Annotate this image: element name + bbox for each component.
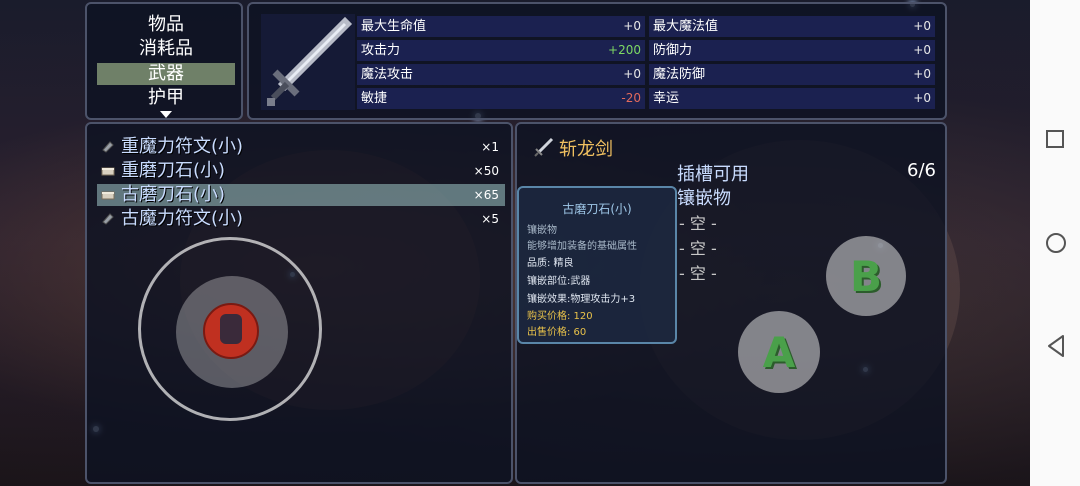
item-count: ×1 <box>481 140 499 154</box>
item-name: 重魔力符文(小) <box>121 136 244 157</box>
stat-row: 敏捷 -20 <box>357 88 645 109</box>
item-tooltip: 古磨刀石(小) 镶嵌物 能够增加装备的基础属性 品质: 精良 镶嵌部位:武器 镶… <box>517 186 677 344</box>
scroll-down-icon[interactable] <box>160 111 172 118</box>
inlay-slot[interactable]: - 空 - <box>679 260 717 284</box>
sword-icon <box>267 16 353 106</box>
stat-label: 攻击力 <box>361 43 401 58</box>
category-consumables[interactable]: 消耗品 <box>97 38 235 60</box>
stat-row: 幸运 +0 <box>649 88 935 109</box>
stat-value: +0 <box>913 43 931 57</box>
slot-label: 插槽可用 <box>677 164 749 185</box>
weapon-name: 斩龙剑 <box>559 139 613 160</box>
rune-icon <box>102 141 114 153</box>
stat-label: 敏捷 <box>361 91 388 106</box>
player-sprite <box>220 314 242 344</box>
category-armor[interactable]: 护甲 <box>97 87 235 109</box>
category-weapons[interactable]: 武器 <box>97 63 235 85</box>
rune-icon <box>102 213 114 225</box>
item-count: ×65 <box>473 188 499 202</box>
stat-label: 最大魔法值 <box>653 19 719 34</box>
stat-label: 最大生命值 <box>361 19 427 34</box>
tooltip-title: 古磨刀石(小) <box>562 202 632 216</box>
inlay-slot[interactable]: - 空 - <box>679 210 717 234</box>
item-count: ×5 <box>481 212 499 226</box>
back-icon[interactable] <box>1045 334 1067 358</box>
tooltip-part: 镶嵌部位:武器 <box>527 276 591 287</box>
tooltip-type: 镶嵌物 <box>527 225 557 236</box>
inlay-label: 镶嵌物 <box>677 188 731 209</box>
item-name: 古磨刀石(小) <box>121 184 226 205</box>
stat-label: 魔法攻击 <box>361 67 414 82</box>
stat-label: 魔法防御 <box>653 67 706 82</box>
stat-value: +0 <box>623 19 641 33</box>
item-name: 古魔力符文(小) <box>121 208 244 229</box>
system-nav-bar <box>1030 0 1080 486</box>
weapon-stats-panel: 最大生命值 +0 最大魔法值 +0 攻击力 +200 防御力 +0 魔法攻击 +… <box>247 2 947 120</box>
list-item-selected[interactable]: 古磨刀石(小) ×65 <box>97 184 505 206</box>
sword-icon <box>534 137 554 157</box>
inlay-slot[interactable]: - 空 - <box>679 235 717 259</box>
category-menu: 物品 消耗品 武器 护甲 <box>85 2 243 120</box>
stat-row: 最大生命值 +0 <box>357 16 645 37</box>
a-button[interactable]: A <box>738 311 820 393</box>
stat-value: +0 <box>913 67 931 81</box>
stat-label: 幸运 <box>653 91 680 106</box>
list-item[interactable]: 古魔力符文(小) ×5 <box>97 208 505 230</box>
stat-row: 魔法防御 +0 <box>649 64 935 85</box>
stat-value: +200 <box>608 43 641 57</box>
tooltip-quality: 品质: 精良 <box>527 258 574 269</box>
stat-value: +0 <box>913 91 931 105</box>
list-item[interactable]: 重磨刀石(小) ×50 <box>97 160 505 182</box>
item-name: 重磨刀石(小) <box>121 160 226 181</box>
list-item[interactable]: 重魔力符文(小) ×1 <box>97 136 505 158</box>
stat-value: +0 <box>623 67 641 81</box>
home-icon[interactable] <box>1045 232 1067 254</box>
stat-value: -20 <box>621 91 641 105</box>
whetstone-icon <box>101 167 115 176</box>
tooltip-buy-price: 购买价格: 120 <box>527 311 593 322</box>
stat-value: +0 <box>913 19 931 33</box>
whetstone-icon <box>101 191 115 200</box>
item-count: ×50 <box>473 164 499 178</box>
slot-count: 6/6 <box>907 160 936 181</box>
stat-row: 攻击力 +200 <box>357 40 645 61</box>
stat-label: 防御力 <box>653 43 693 58</box>
stat-row: 魔法攻击 +0 <box>357 64 645 85</box>
stat-row: 防御力 +0 <box>649 40 935 61</box>
category-items[interactable]: 物品 <box>97 14 235 36</box>
tooltip-sell-price: 出售价格: 60 <box>527 327 587 338</box>
tooltip-effect: 镶嵌效果:物理攻击力+3 <box>527 294 636 305</box>
weapon-preview <box>261 14 355 110</box>
stat-row: 最大魔法值 +0 <box>649 16 935 37</box>
tooltip-desc: 能够增加装备的基础属性 <box>527 241 637 252</box>
recents-icon[interactable] <box>1045 129 1065 149</box>
b-button[interactable]: B <box>826 236 906 316</box>
